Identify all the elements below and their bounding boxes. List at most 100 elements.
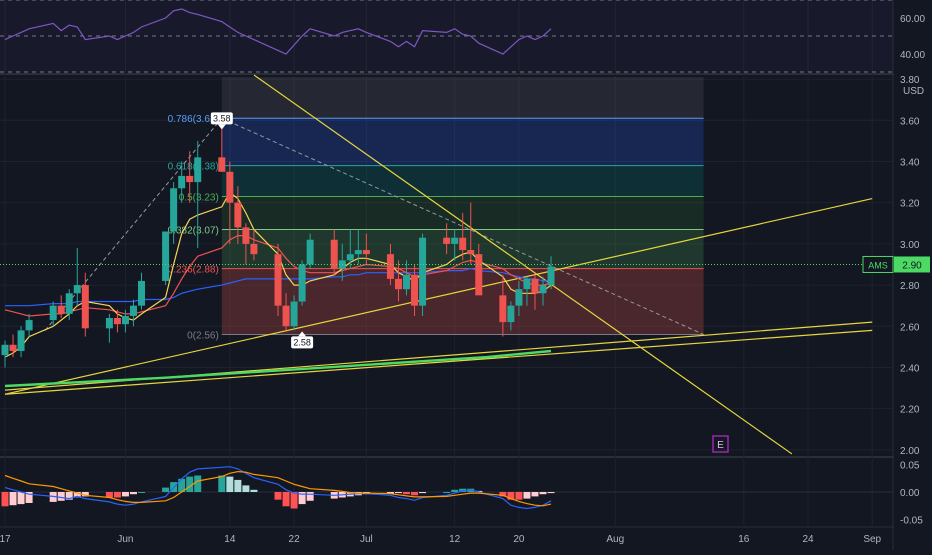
candle-body [73, 285, 81, 294]
macd-histogram-bar [290, 492, 298, 509]
candle-body [547, 266, 555, 286]
candle-body [9, 344, 17, 351]
macd-histogram-bar [138, 492, 146, 493]
macd-histogram-bar [547, 492, 555, 494]
high-marker-label: 3.58 [213, 113, 231, 123]
fib-level-label: 0.618(3.38) [168, 162, 219, 173]
candle-body [113, 318, 121, 325]
candle-body [346, 254, 354, 261]
candle-body [129, 305, 137, 316]
candle-body [354, 250, 362, 255]
time-axis-label: 17 [0, 534, 11, 545]
candle-body [250, 243, 258, 255]
price-tick-label: 3.40 [900, 157, 920, 168]
price-tick-label: 2.00 [900, 446, 920, 457]
candle-body [539, 285, 547, 294]
candle-body [274, 254, 282, 306]
low-marker-label: 2.58 [293, 337, 311, 347]
fib-level-label: 0.5(3.23) [179, 193, 219, 204]
candle-body [394, 278, 402, 290]
last-price-label: 2.90 [902, 260, 922, 271]
candle-body [443, 237, 451, 244]
time-axis-label: Jul [360, 534, 373, 545]
macd-histogram-bar [306, 492, 314, 501]
time-axis-label: Aug [606, 534, 624, 545]
price-tick-label: 3.20 [900, 199, 920, 210]
macd-histogram-bar [274, 492, 282, 500]
macd-histogram-bar [1, 492, 9, 507]
rsi-panel [0, 0, 893, 73]
macd-histogram-bar [194, 475, 202, 492]
candle-body [242, 227, 250, 244]
macd-histogram-bar [242, 485, 250, 492]
trading-chart[interactable]: 0.786(3.61) 0.618(3.38) 0.5(3.23) 0.382(3.0… [0, 0, 932, 550]
macd-histogram-bar [218, 475, 226, 492]
candle-body [17, 330, 25, 351]
candle-body [170, 188, 178, 232]
macd-histogram-bar [523, 492, 531, 499]
time-axis-label: 24 [802, 534, 814, 545]
macd-histogram-bar [129, 492, 137, 495]
candle-body [121, 315, 129, 325]
price-tick-label: 2.40 [900, 363, 920, 374]
price-tick-label: 2.20 [900, 405, 920, 416]
chart-canvas[interactable]: 0.786(3.61)0.618(3.38)0.5(3.23)0.382(3.0… [0, 0, 932, 550]
macd-histogram-bar [162, 487, 170, 492]
candle-body [411, 274, 419, 306]
candle-body [194, 157, 202, 183]
candle-body [234, 202, 242, 228]
candle-body [467, 250, 475, 255]
price-tick-label: 3.60 [900, 116, 920, 127]
candle-body [386, 254, 394, 279]
candle-body [475, 254, 483, 296]
macd-tick-label: 0.00 [900, 488, 920, 499]
candle-body [282, 305, 290, 327]
fib-zone [221, 118, 704, 166]
macd-histogram-bar [515, 492, 523, 500]
macd-histogram-bar [282, 492, 290, 507]
price-tick-label: 3.80 [900, 75, 920, 86]
rsi-tick-label: 40.00 [900, 50, 925, 61]
fib-zone [221, 165, 704, 197]
macd-histogram-bar [121, 492, 129, 497]
macd-histogram-bar [411, 492, 419, 496]
macd-histogram-bar [250, 489, 258, 492]
candle-body [362, 250, 370, 255]
symbol-label: AMS [868, 260, 888, 270]
macd-histogram-bar [113, 492, 121, 498]
time-axis-label: 16 [738, 534, 750, 545]
candle-body [523, 278, 531, 290]
price-tick-label: 3.00 [900, 240, 920, 251]
candle-body [81, 285, 89, 329]
candle-body [138, 280, 146, 306]
time-axis-label: Jun [117, 534, 133, 545]
macd-histogram-bar [451, 489, 459, 492]
candle-body [515, 289, 523, 306]
time-axis-label: 22 [289, 534, 301, 545]
macd-tick-label: -0.05 [900, 516, 923, 527]
candle-body [459, 237, 467, 251]
candle-body [226, 171, 234, 203]
candle-body [25, 320, 33, 331]
rsi-tick-label: 60.00 [900, 14, 925, 25]
macd-histogram-bar [403, 492, 410, 495]
candle-body [57, 305, 65, 314]
candle-body [499, 295, 507, 323]
candle-body [306, 239, 314, 265]
candle-body [105, 318, 113, 329]
macd-histogram-bar [443, 492, 451, 493]
candle-body [403, 274, 410, 290]
candle-body [162, 231, 170, 281]
macd-histogram-bar [9, 492, 17, 506]
candle-body [290, 301, 298, 327]
macd-histogram-bar [17, 492, 25, 505]
earnings-label: E [717, 440, 724, 451]
candle-body [451, 237, 459, 244]
macd-histogram-bar [394, 492, 402, 494]
candle-body [178, 175, 186, 189]
macd-histogram-bar [539, 492, 547, 495]
time-axis-label: Sep [863, 534, 881, 545]
fib-level-label: 0(2.56) [187, 330, 219, 341]
macd-histogram-bar [234, 479, 242, 492]
candle-body [1, 344, 9, 356]
